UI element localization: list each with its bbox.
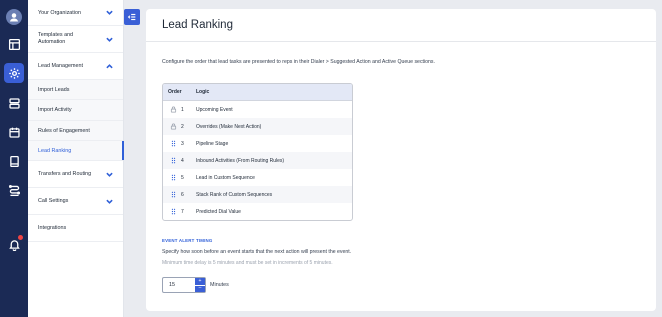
row-order: 2	[181, 123, 184, 130]
drag-handle-icon[interactable]	[168, 140, 178, 147]
row-logic: Lead in Custom Sequence	[196, 174, 255, 181]
menu-label: Lead Management	[38, 63, 83, 69]
column-header-logic: Logic	[196, 89, 210, 95]
chevron-down-icon	[106, 198, 113, 205]
table-row: 1 Upcoming Event	[163, 101, 352, 118]
row-order: 7	[181, 208, 184, 215]
menu-integrations[interactable]: Integrations	[28, 215, 123, 242]
menu-label: Templates and Automation	[38, 32, 73, 46]
table-row: 2 Overrides (Make Next Action)	[163, 118, 352, 135]
main-panel: Lead Ranking Configure the order that le…	[146, 9, 656, 311]
menu-label: Import Leads	[38, 86, 70, 93]
table-row[interactable]: 4 Inbound Activities (From Routing Rules)	[163, 152, 352, 169]
route-icon[interactable]	[4, 180, 24, 200]
calendar-icon[interactable]	[4, 122, 24, 142]
table-header: Order Logic	[163, 84, 352, 101]
notification-badge	[18, 235, 23, 240]
drag-handle-icon[interactable]	[168, 191, 178, 198]
book-icon[interactable]	[4, 151, 24, 171]
lock-icon	[168, 123, 178, 130]
gear-icon[interactable]	[4, 63, 24, 83]
menu-label: Integrations	[38, 225, 67, 231]
row-order: 6	[181, 191, 184, 198]
table-row[interactable]: 5 Lead in Custom Sequence	[163, 169, 352, 186]
settings-menu: Your Organization Templates and Automati…	[28, 0, 124, 317]
lock-icon	[168, 106, 178, 113]
chevron-down-icon	[106, 171, 113, 178]
row-logic: Overrides (Make Next Action)	[196, 123, 262, 130]
menu-label: Call Settings	[38, 198, 69, 204]
page-description: Configure the order that lead tasks are …	[162, 59, 435, 65]
menu-lead-management[interactable]: Lead Management	[28, 53, 123, 80]
row-order: 5	[181, 174, 184, 181]
event-alert-hint: Minimum time delay is 5 minutes and must…	[162, 260, 333, 266]
layout-icon[interactable]	[4, 34, 24, 54]
drag-handle-icon[interactable]	[168, 174, 178, 181]
row-order: 4	[181, 157, 184, 164]
row-logic: Pipeline Stage	[196, 140, 229, 147]
row-order: 1	[181, 106, 184, 113]
bell-icon[interactable]	[4, 234, 24, 254]
table-row[interactable]: 3 Pipeline Stage	[163, 135, 352, 152]
event-alert-description: Specify how soon before an event starts …	[162, 249, 352, 255]
menu-call-settings[interactable]: Call Settings	[28, 188, 123, 215]
menu-label: Your Organization	[38, 9, 81, 16]
database-icon[interactable]	[4, 93, 24, 113]
menu-lead-ranking[interactable]: Lead Ranking	[28, 141, 124, 161]
minutes-input[interactable]: 15	[163, 278, 195, 292]
row-logic: Stack Rank of Custom Sequences	[196, 191, 273, 198]
table-row[interactable]: 6 Stack Rank of Custom Sequences	[163, 186, 352, 203]
menu-import-leads[interactable]: Import Leads	[28, 80, 123, 100]
decrement-button[interactable]: –	[195, 284, 205, 292]
lead-ranking-table: Order Logic 1 Upcoming Event 2 Overrides (M…	[162, 83, 353, 221]
table-row[interactable]: 7 Predicted Dial Value	[163, 203, 352, 220]
title-divider	[146, 41, 656, 42]
menu-label-line2: Automation	[38, 39, 66, 45]
menu-your-organization[interactable]: Your Organization	[28, 0, 123, 26]
chevron-down-icon	[106, 36, 113, 43]
menu-import-activity[interactable]: Import Activity	[28, 100, 123, 121]
collapse-sidebar-button[interactable]	[124, 9, 140, 25]
page-title: Lead Ranking	[162, 19, 233, 31]
event-alert-label: EVENT ALERT TIMING	[162, 238, 213, 243]
icon-rail	[0, 0, 28, 317]
chevron-up-icon	[106, 63, 113, 70]
drag-handle-icon[interactable]	[168, 208, 178, 215]
menu-rules-of-engagement[interactable]: Rules of Engagement	[28, 121, 123, 141]
stepper-buttons: + –	[195, 278, 205, 292]
row-order: 3	[181, 140, 184, 147]
menu-transfers-routing[interactable]: Transfers and Routing	[28, 161, 123, 188]
menu-label: Rules of Engagement	[38, 127, 90, 134]
menu-label: Transfers and Routing	[38, 171, 92, 177]
menu-label: Import Activity	[38, 107, 72, 113]
column-header-order: Order	[168, 89, 182, 95]
menu-label: Lead Ranking	[38, 147, 72, 154]
chevron-down-icon	[106, 9, 113, 16]
drag-handle-icon[interactable]	[168, 157, 178, 164]
minutes-unit-label: Minutes	[210, 282, 229, 288]
menu-label-line1: Templates and	[38, 32, 74, 38]
row-logic: Predicted Dial Value	[196, 208, 241, 215]
collapse-icon	[127, 13, 136, 21]
menu-templates-automation[interactable]: Templates and Automation	[28, 26, 123, 53]
avatar-icon[interactable]	[6, 9, 22, 25]
row-logic: Upcoming Event	[196, 106, 233, 113]
row-logic: Inbound Activities (From Routing Rules)	[196, 157, 285, 164]
minutes-stepper: 15 + –	[162, 277, 206, 293]
